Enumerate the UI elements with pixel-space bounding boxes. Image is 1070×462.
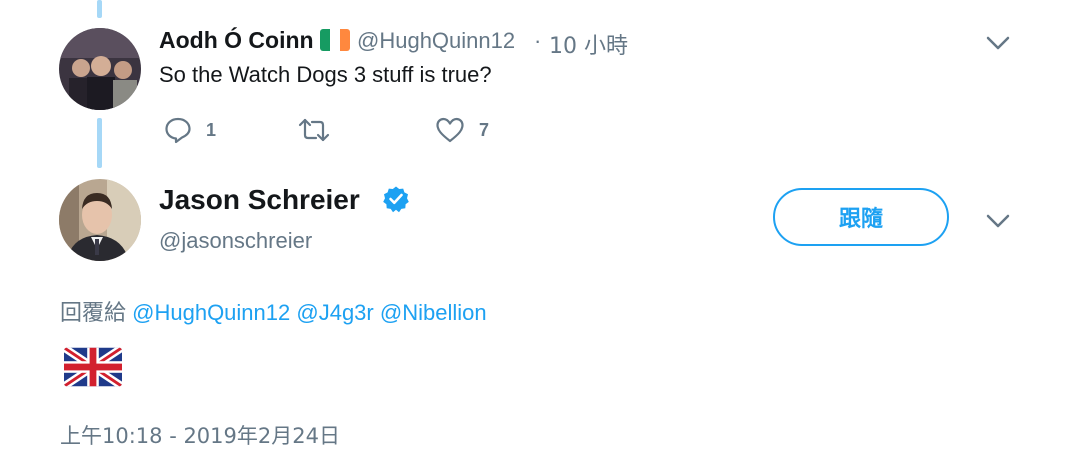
replying-to-label: 回覆給 [60,301,127,326]
chevron-down-icon[interactable] [985,212,1011,230]
reply-meta-separator: · [534,28,542,53]
retweet-action[interactable] [298,116,344,144]
like-count: 7 [479,119,490,140]
ireland-flag-emoji [320,29,350,51]
reply-icon [164,116,192,144]
tweet-timestamp[interactable]: 上午10:18 - 2019年2月24日 [60,420,340,450]
reply-author-avatar[interactable] [59,28,141,110]
replying-to-line: 回覆給 @HughQuinn12 @J4g3r @Nibellion [60,295,487,327]
uk-flag-emoji [64,346,122,388]
main-author-handle[interactable]: @jasonschreier [159,228,312,254]
reply-author-handle[interactable]: @HughQuinn12 [357,28,515,54]
thread-line-bottom [97,118,102,168]
mention-link[interactable]: @HughQuinn12 [132,300,290,325]
reply-action[interactable]: 1 [164,116,216,144]
main-author-name[interactable]: Jason Schreier [159,184,360,216]
reply-time-ago[interactable]: 10 小時 [549,28,628,60]
like-action[interactable]: 7 [435,116,489,144]
retweet-icon [298,116,330,144]
follow-button[interactable]: 跟隨 [773,188,949,246]
reply-author-name[interactable]: Aodh Ó Coinn [159,27,314,54]
reply-count: 1 [206,119,217,140]
thread-line-top [97,0,102,18]
verified-badge-icon [382,185,410,213]
mention-link[interactable]: @Nibellion [380,300,487,325]
reply-tweet-text: So the Watch Dogs 3 stuff is true? [159,62,492,87]
like-icon [435,116,465,144]
main-author-avatar[interactable] [59,179,141,261]
mention-link[interactable]: @J4g3r [296,300,373,325]
chevron-down-icon[interactable] [985,34,1011,52]
